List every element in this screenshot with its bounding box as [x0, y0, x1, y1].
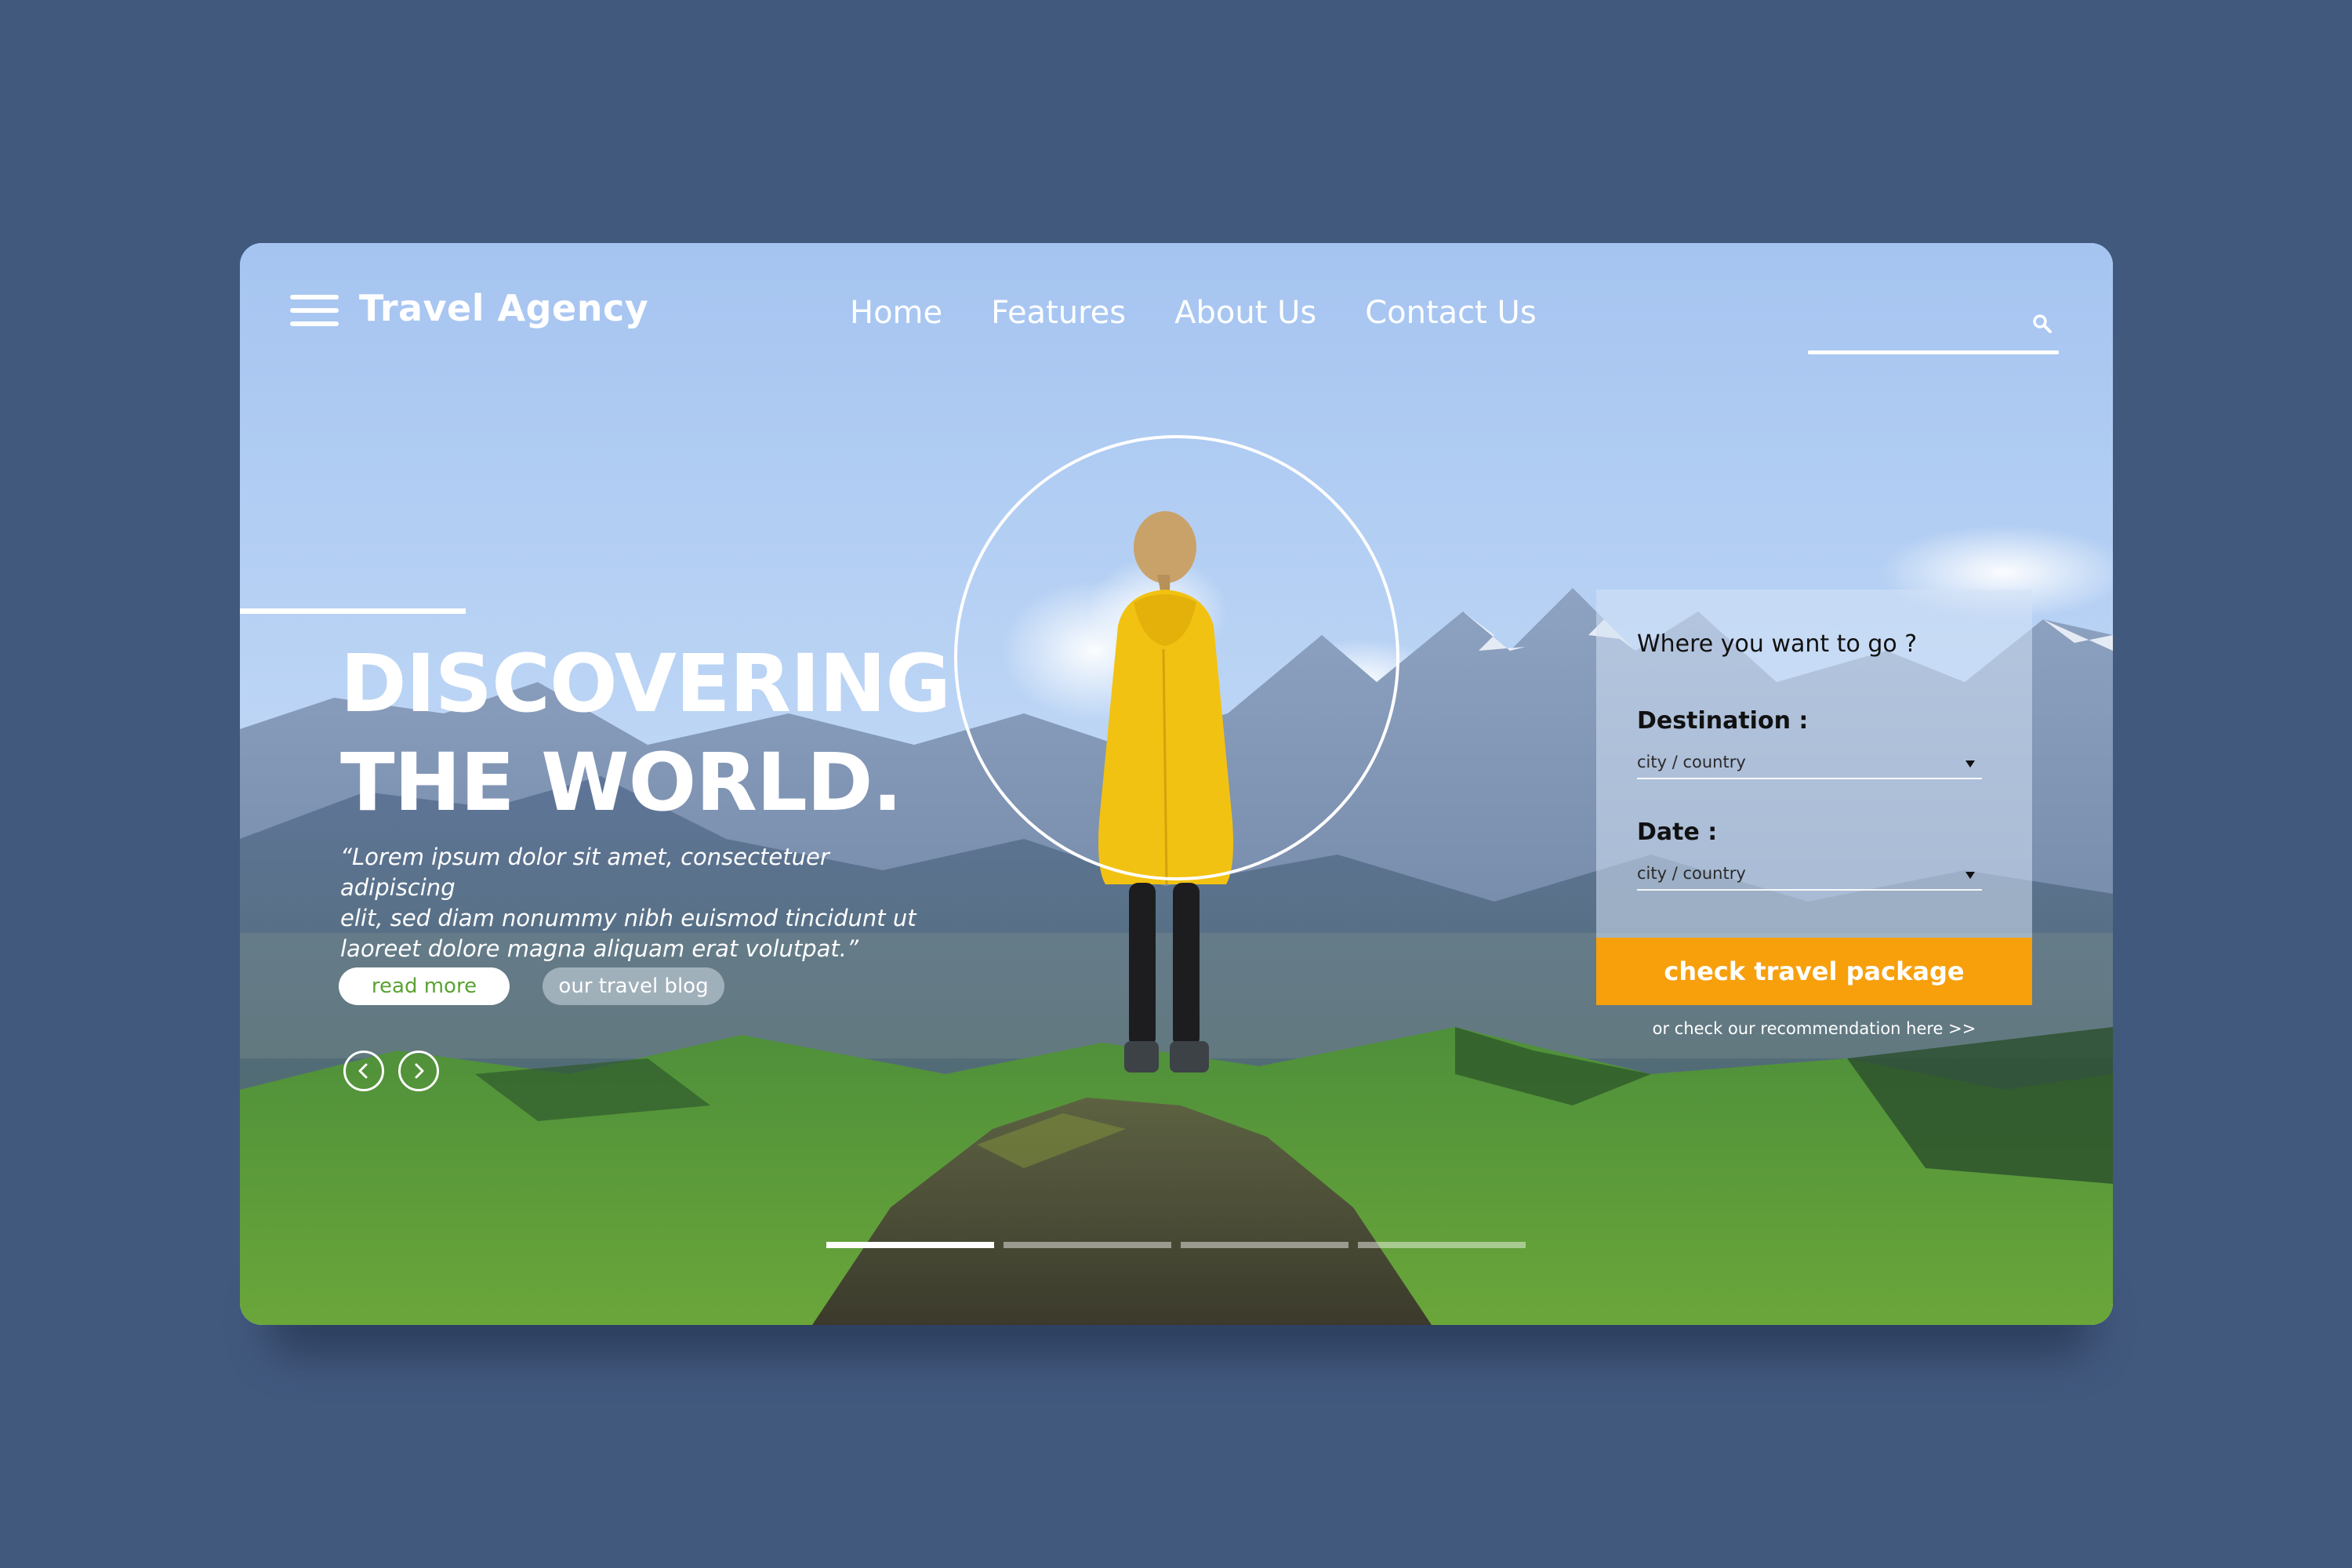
- nav-home[interactable]: Home: [850, 295, 942, 331]
- slide-indicator-1[interactable]: [826, 1242, 994, 1248]
- brand-logo-text: Travel Agency: [359, 287, 649, 329]
- arrow-left-icon: [358, 1063, 368, 1079]
- date-label: Date :: [1637, 818, 1718, 846]
- hamburger-menu-icon[interactable]: [290, 295, 339, 326]
- arrow-right-icon: [415, 1063, 424, 1079]
- quote-line-3: laoreet dolore magna aliquam erat volutp…: [340, 935, 859, 962]
- search-underline: [1808, 350, 2059, 354]
- destination-select[interactable]: city / country: [1637, 750, 1982, 779]
- date-value: city / country: [1637, 864, 1746, 883]
- check-travel-package-button[interactable]: check travel package: [1596, 938, 2032, 1005]
- destination-label: Destination :: [1637, 707, 1809, 735]
- recommendation-link[interactable]: or check our recommendation here >>: [1596, 1019, 2032, 1038]
- nav-about-us[interactable]: About Us: [1174, 295, 1316, 331]
- focus-circle-frame: [954, 435, 1399, 880]
- slider-next-button[interactable]: [398, 1051, 439, 1091]
- slide-indicator: [826, 1242, 1526, 1248]
- main-nav: Home Features About Us Contact Us: [850, 295, 1537, 331]
- headline-line-2: THE WORLD.: [340, 736, 902, 829]
- headline-line-1: DISCOVERING: [340, 637, 951, 731]
- hero-quote: “Lorem ipsum dolor sit amet, consectetue…: [340, 842, 944, 964]
- slider-prev-button[interactable]: [343, 1051, 384, 1091]
- nav-features[interactable]: Features: [991, 295, 1126, 331]
- hero-headline: DISCOVERING THE WORLD.: [340, 635, 951, 833]
- caret-down-icon: [1965, 760, 1975, 768]
- quote-line-2: elit, sed diam nonummy nibh euismod tinc…: [340, 905, 916, 931]
- search-icon[interactable]: [2031, 312, 2054, 336]
- travel-blog-button[interactable]: our travel blog: [543, 967, 724, 1005]
- date-select[interactable]: city / country: [1637, 861, 1982, 891]
- slide-indicator-3[interactable]: [1181, 1242, 1348, 1248]
- destination-value: city / country: [1637, 753, 1746, 771]
- headline-accent-line: [240, 608, 466, 614]
- caret-down-icon: [1965, 872, 1975, 879]
- quote-line-1: “Lorem ipsum dolor sit amet, consectetue…: [340, 844, 829, 901]
- search-input[interactable]: [1808, 303, 2031, 343]
- slide-indicator-2[interactable]: [1004, 1242, 1171, 1248]
- read-more-button[interactable]: read more: [339, 967, 510, 1005]
- slide-indicator-4[interactable]: [1358, 1242, 1526, 1248]
- booking-panel: Where you want to go ? Destination : cit…: [1596, 590, 2032, 941]
- landing-page-card: Travel Agency Home Features About Us Con…: [240, 243, 2113, 1325]
- booking-title: Where you want to go ?: [1637, 630, 1918, 658]
- search-bar: [1808, 295, 2059, 354]
- nav-contact-us[interactable]: Contact Us: [1365, 295, 1536, 331]
